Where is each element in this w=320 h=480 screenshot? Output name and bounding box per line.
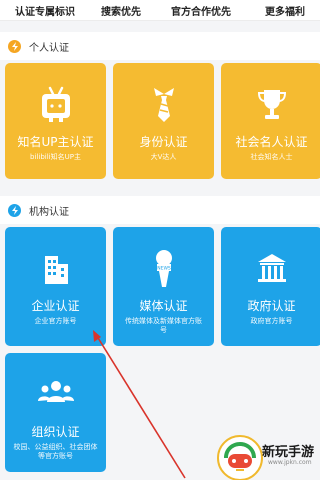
- card-subtitle: 大V达人: [150, 153, 177, 161]
- svg-text:NEWS: NEWS: [157, 266, 171, 272]
- card-title: 组织认证: [31, 425, 80, 439]
- card-known-up-master[interactable]: 知名UP主认证 bilibili知名UP主: [5, 63, 106, 179]
- tv-icon: [38, 83, 74, 125]
- personal-section-header: 个人认证: [0, 32, 320, 60]
- tab-more-benefits[interactable]: 更多福利: [250, 3, 320, 18]
- lightning-icon: [8, 203, 21, 217]
- tab-search-priority[interactable]: 搜索优先: [90, 3, 152, 18]
- org-section-header: 机构认证: [0, 196, 320, 224]
- card-subtitle: 校园、公益组织、社会团体等官方账号: [13, 443, 98, 460]
- tie-icon: [146, 83, 182, 125]
- card-enterprise[interactable]: 企业认证 企业官方账号: [5, 227, 106, 346]
- watermark-text: 新玩手游: [262, 445, 315, 460]
- card-government[interactable]: 政府认证 政府官方账号: [221, 227, 320, 346]
- card-title: 身份认证: [139, 135, 188, 149]
- card-identity[interactable]: 身份认证 大V达人: [113, 63, 214, 179]
- card-organization[interactable]: 组织认证 校园、公益组织、社会团体等官方账号: [5, 353, 106, 472]
- group-icon: [36, 373, 76, 415]
- lightning-icon: [8, 39, 21, 53]
- card-title: 知名UP主认证: [17, 135, 94, 149]
- tab-exclusive-badge[interactable]: 认证专属标识: [0, 3, 90, 18]
- card-celebrity[interactable]: 社会名人认证 社会知名人士: [221, 63, 320, 179]
- card-title: 企业认证: [31, 299, 80, 313]
- government-icon: [254, 247, 290, 289]
- card-subtitle: 政府官方账号: [250, 317, 293, 325]
- microphone-icon: NEWS: [146, 247, 182, 289]
- card-subtitle: 企业官方账号: [34, 317, 77, 325]
- card-title: 政府认证: [247, 299, 296, 313]
- org-section-title: 机构认证: [29, 206, 69, 218]
- watermark-url: www.jpkn.com: [268, 459, 312, 466]
- building-icon: [38, 247, 74, 289]
- card-media[interactable]: NEWS 媒体认证 传统媒体及新媒体官方账号: [113, 227, 214, 346]
- card-title: 媒体认证: [139, 299, 188, 313]
- personal-section-title: 个人认证: [29, 42, 69, 54]
- trophy-icon: [254, 83, 290, 125]
- card-title: 社会名人认证: [235, 135, 308, 149]
- card-subtitle: 社会知名人士: [250, 153, 293, 161]
- card-subtitle: 传统媒体及新媒体官方账号: [125, 317, 202, 334]
- tab-official-cooperation[interactable]: 官方合作优先: [152, 3, 250, 18]
- benefits-tab-bar: 认证专属标识 搜索优先 官方合作优先 更多福利: [0, 0, 320, 21]
- card-subtitle: bilibili知名UP主: [30, 153, 81, 161]
